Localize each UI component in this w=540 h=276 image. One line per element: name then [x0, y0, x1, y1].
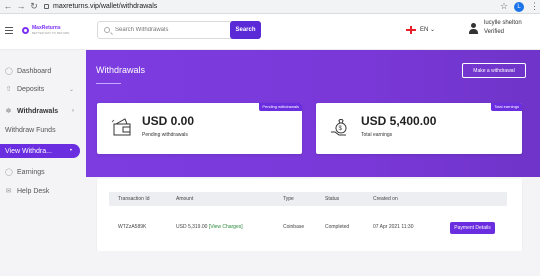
payment-details-button[interactable]: Payment Details [450, 222, 495, 234]
svg-text:$: $ [339, 126, 343, 132]
column-header: Type [283, 196, 294, 202]
withdrawals-table: Transaction Id Amount Type Status Create… [97, 179, 522, 251]
sidebar-item-label: Earnings [17, 168, 45, 176]
sidebar-item-withdraw-funds[interactable]: Withdraw Funds [0, 123, 82, 137]
pending-withdrawals-card: Pending withdrawals USD 0.00 Pending wit… [97, 103, 302, 154]
user-avatar-icon[interactable] [469, 23, 478, 36]
sidebar-item-dashboard[interactable]: ◯ Dashboard [0, 64, 82, 78]
reload-icon[interactable]: ↻ [29, 2, 39, 12]
amount-value: USD 5,319.00 [176, 224, 208, 230]
stat-value: USD 5,400.00 [361, 114, 437, 128]
wallet-icon [111, 118, 131, 136]
browser-menu-icon[interactable]: ⋮ [530, 1, 539, 12]
dashboard-icon: ◯ [5, 67, 13, 75]
sidebar-item-help-desk[interactable]: ✉ Help Desk [0, 184, 82, 198]
stat-value: USD 0.00 [142, 114, 195, 128]
forward-arrow-icon[interactable]: → [16, 2, 26, 12]
sidebar-item-label: Withdraw Funds [5, 126, 56, 134]
column-header: Status [325, 196, 340, 202]
search-input[interactable] [115, 27, 225, 33]
page-title: Withdrawals [96, 65, 146, 75]
browser-toolbar: ← → ↻ maxreturns.vip/wallet/withdrawals [0, 0, 540, 14]
money-bag-icon: $ [331, 119, 347, 136]
page-background [86, 251, 540, 276]
sidebar-item-label: Dashboard [17, 67, 52, 75]
sidebar: ◯ Dashboard ⇧ Deposits ⌄ ⚛ Withdrawals ›… [0, 50, 86, 276]
view-charges-link[interactable]: [View Charges] [209, 224, 243, 230]
column-header: Transaction Id [118, 196, 150, 202]
sidebar-item-view-withdrawals[interactable]: View Withdra... • [0, 144, 80, 158]
status-cell: Completed [325, 224, 350, 230]
back-arrow-icon[interactable]: ← [3, 2, 13, 12]
user-name[interactable]: lucylle shelton [484, 20, 522, 26]
table-header: Transaction Id Amount Type Status Create… [109, 192, 507, 206]
sidebar-item-label: View Withdra... [5, 147, 52, 155]
sidebar-item-withdrawals[interactable]: ⚛ Withdrawals › [0, 104, 82, 118]
language-label: EN [420, 27, 429, 33]
dot-icon: • [69, 148, 72, 154]
make-withdrawal-button[interactable]: Make a withdrawal [462, 63, 526, 78]
created-on-cell: 07 Apr 2021 11:30 [373, 224, 414, 230]
address-bar[interactable]: maxreturns.vip/wallet/withdrawals [44, 1, 509, 12]
address-text: maxreturns.vip/wallet/withdrawals [53, 3, 158, 10]
column-header: Amount [176, 196, 194, 202]
sidebar-item-label: Withdrawals [17, 107, 59, 115]
title-underline [96, 83, 121, 84]
column-header: Created on [373, 196, 398, 202]
app-header: MaxReturns BETTER WAY TO RETURN Search E… [0, 14, 540, 50]
sidebar-item-deposits[interactable]: ⇧ Deposits ⌄ [0, 82, 82, 96]
mail-icon: ✉ [5, 187, 12, 195]
amount-cell: USD 5,319.00 [View Charges] [176, 224, 243, 230]
stat-tag: Pending withdrawals [259, 103, 302, 111]
deposit-icon: ⇧ [5, 85, 12, 93]
uk-flag-icon[interactable] [406, 26, 416, 34]
stat-label: Total earnings [361, 132, 393, 138]
hamburger-menu-icon[interactable] [5, 27, 13, 34]
search-icon [104, 27, 110, 33]
chevron-down-icon: ⌄ [68, 86, 74, 93]
total-earnings-card: Total earnings $ USD 5,400.00 Total earn… [316, 103, 522, 154]
lock-icon [44, 4, 49, 9]
search-button[interactable]: Search [230, 21, 261, 39]
logo[interactable]: MaxReturns BETTER WAY TO RETURN [22, 25, 69, 35]
logo-mark-icon [22, 26, 29, 34]
type-cell: Coinbase [283, 224, 305, 230]
sidebar-item-label: Help Desk [17, 187, 50, 195]
language-selector[interactable]: EN ⌄ [420, 26, 435, 33]
chevron-down-icon: ⌄ [430, 27, 436, 33]
sidebar-item-label: Deposits [17, 85, 45, 93]
bookmark-star-icon[interactable]: ☆ [500, 1, 508, 12]
sidebar-item-earnings[interactable]: ◯ Earnings [0, 165, 82, 179]
logo-subtext: BETTER WAY TO RETURN [32, 31, 70, 35]
withdrawal-icon: ⚛ [5, 107, 12, 115]
transaction-id-cell: WTZzA589K [118, 224, 147, 230]
earnings-icon: ◯ [5, 168, 13, 176]
browser-profile-avatar[interactable]: L [514, 2, 524, 12]
user-status: Verified [484, 29, 505, 35]
stat-tag: Total earnings [491, 103, 522, 111]
chevron-right-icon: › [72, 108, 74, 114]
stat-label: Pending withdrawals [142, 132, 188, 138]
